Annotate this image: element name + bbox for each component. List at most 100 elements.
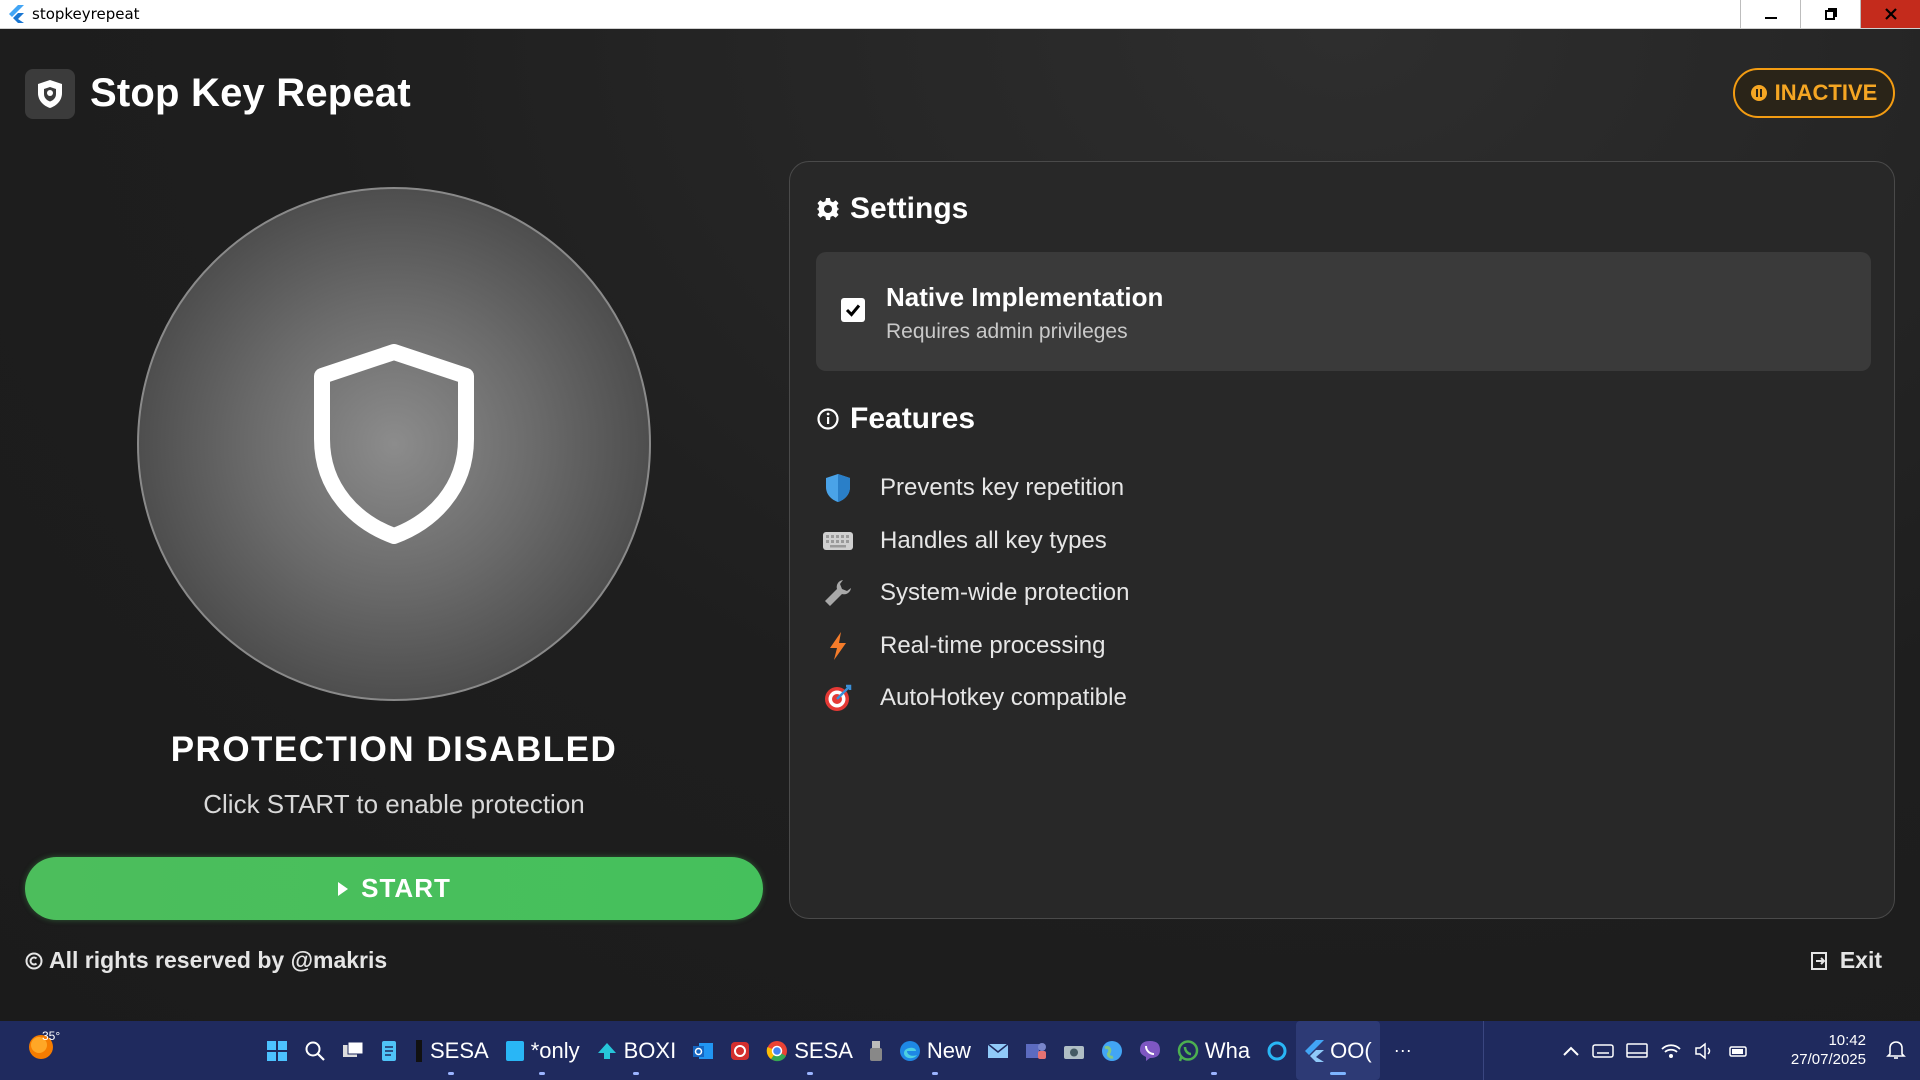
protection-status-subtitle: Click START to enable protection bbox=[203, 789, 585, 819]
app-logo bbox=[25, 69, 75, 119]
info-icon bbox=[817, 408, 839, 430]
taskbar-app-mail[interactable] bbox=[979, 1021, 1017, 1080]
taskbar-app-boxi[interactable]: BOXI bbox=[588, 1021, 685, 1080]
taskbar-app-chrome[interactable]: SESA bbox=[758, 1021, 861, 1080]
teams-icon bbox=[1025, 1042, 1046, 1059]
taskbar-overflow-button[interactable]: ··· bbox=[1380, 1021, 1420, 1080]
taskbar-app-globe[interactable] bbox=[1093, 1021, 1131, 1080]
status-badge: INACTIVE bbox=[1733, 68, 1895, 118]
taskbar-app-cortana[interactable] bbox=[1258, 1021, 1296, 1080]
list-item: System-wide protection bbox=[816, 567, 1129, 620]
notification-bell-icon bbox=[1886, 1041, 1906, 1059]
feature-label: Handles all key types bbox=[880, 526, 1107, 554]
taskbar-app-red[interactable] bbox=[722, 1021, 758, 1080]
flutter-icon bbox=[1305, 1039, 1325, 1062]
native-implementation-subtitle: Requires admin privileges bbox=[886, 320, 1128, 343]
task-view-button[interactable] bbox=[334, 1021, 372, 1080]
taskbar-app-usb[interactable] bbox=[861, 1021, 891, 1080]
native-implementation-title: Native Implementation bbox=[886, 282, 1164, 312]
start-button[interactable]: START bbox=[25, 857, 763, 920]
taskbar-app-notepad[interactable] bbox=[372, 1021, 406, 1080]
upload-icon bbox=[597, 1042, 616, 1059]
target-icon bbox=[816, 680, 860, 716]
chevron-up-icon[interactable] bbox=[1562, 1045, 1580, 1057]
chrome-icon bbox=[766, 1040, 788, 1061]
app-title: Stop Key Repeat bbox=[90, 71, 411, 115]
taskbar-app-label: SESA bbox=[430, 1037, 489, 1063]
taskbar-app-label: Wha bbox=[1204, 1037, 1251, 1063]
taskbar-app-notepad-only[interactable]: *only bbox=[497, 1021, 588, 1080]
volume-icon[interactable] bbox=[1694, 1041, 1716, 1060]
clock-time: 10:42 bbox=[1828, 1032, 1866, 1049]
shield-icon bbox=[38, 80, 62, 108]
minimize-icon bbox=[1764, 17, 1777, 19]
taskbar-app-label: New bbox=[926, 1037, 971, 1063]
notepad-icon bbox=[505, 1040, 524, 1061]
list-item: Real-time processing bbox=[816, 620, 1129, 673]
search-icon bbox=[305, 1041, 325, 1061]
taskbar-search-button[interactable] bbox=[296, 1021, 334, 1080]
edge-icon bbox=[899, 1040, 920, 1061]
native-implementation-checkbox[interactable] bbox=[841, 298, 865, 322]
notification-button[interactable] bbox=[1886, 1039, 1906, 1066]
taskbar-app-teams[interactable] bbox=[1017, 1021, 1055, 1080]
running-indicator bbox=[539, 1072, 546, 1075]
exit-button[interactable]: Exit bbox=[1810, 947, 1882, 974]
app-icon bbox=[731, 1041, 750, 1060]
taskbar-clock[interactable]: 10:42 27/07/2025 bbox=[1791, 1031, 1866, 1069]
running-indicator bbox=[806, 1072, 813, 1075]
copyright-text: All rights reserved by @makris bbox=[25, 947, 387, 974]
taskbar: 35° SESA *only BOXI SESA New Wha OO(···… bbox=[0, 1021, 1920, 1080]
list-item: Prevents key repetition bbox=[816, 462, 1129, 515]
taskbar-app-edge[interactable]: New bbox=[891, 1021, 979, 1080]
taskbar-app-whatsapp[interactable]: Wha bbox=[1169, 1021, 1258, 1080]
minimize-button[interactable] bbox=[1740, 0, 1800, 28]
mail-icon bbox=[987, 1042, 1009, 1058]
clock-date: 27/07/2025 bbox=[1790, 1051, 1866, 1068]
feature-label: System-wide protection bbox=[880, 579, 1130, 607]
wrench-icon bbox=[816, 575, 860, 611]
app-window: Stop Key Repeat INACTIVE PROTECTION DISA… bbox=[0, 29, 1920, 1021]
feature-label: Real-time processing bbox=[880, 631, 1106, 659]
close-button[interactable] bbox=[1860, 0, 1920, 28]
native-implementation-setting: Native Implementation Requires admin pri… bbox=[816, 252, 1871, 371]
start-button-label: START bbox=[361, 873, 451, 903]
keyboard-icon[interactable] bbox=[1592, 1043, 1614, 1059]
viber-icon bbox=[1139, 1040, 1160, 1061]
taskbar-divider bbox=[1483, 1021, 1484, 1080]
globe-icon bbox=[1101, 1040, 1122, 1061]
window-title: stopkeyrepeat bbox=[32, 5, 140, 23]
running-indicator bbox=[931, 1072, 938, 1075]
lightning-icon bbox=[816, 628, 860, 664]
exit-icon bbox=[1810, 951, 1827, 970]
flutter-icon bbox=[6, 4, 26, 24]
features-title: Features bbox=[850, 402, 976, 435]
list-item: AutoHotkey compatible bbox=[816, 672, 1129, 725]
cortana-icon bbox=[1267, 1041, 1287, 1060]
restore-button[interactable] bbox=[1800, 0, 1860, 28]
close-icon bbox=[1884, 8, 1897, 20]
outlook-icon bbox=[693, 1042, 714, 1059]
system-tray bbox=[1562, 1021, 1750, 1080]
taskbar-app-outlook[interactable] bbox=[684, 1021, 722, 1080]
wifi-icon[interactable] bbox=[1660, 1042, 1682, 1060]
taskbar-apps: SESA *only BOXI SESA New Wha OO(··· bbox=[258, 1021, 1420, 1080]
settings-title: Settings bbox=[850, 192, 969, 225]
taskbar-app-label: SESA bbox=[794, 1037, 853, 1063]
taskbar-app-terminal[interactable]: SESA bbox=[406, 1021, 497, 1080]
running-indicator bbox=[632, 1072, 639, 1075]
taskbar-app-viber[interactable] bbox=[1131, 1021, 1169, 1080]
feature-list: Prevents key repetition Handles all key … bbox=[816, 462, 1129, 725]
pause-icon bbox=[1750, 85, 1767, 101]
running-indicator bbox=[448, 1072, 455, 1075]
running-indicator bbox=[1210, 1072, 1217, 1075]
taskbar-app-camera[interactable] bbox=[1055, 1021, 1093, 1080]
battery-icon[interactable] bbox=[1728, 1042, 1750, 1060]
checkmark-icon bbox=[845, 304, 861, 317]
weather-temperature: 35° bbox=[42, 1029, 61, 1043]
taskbar-app-label: *only bbox=[530, 1037, 580, 1063]
taskbar-app-flutter[interactable]: OO( bbox=[1296, 1021, 1380, 1080]
feature-label: Prevents key repetition bbox=[880, 474, 1125, 502]
windows-start-button[interactable] bbox=[258, 1021, 296, 1080]
display-icon[interactable] bbox=[1626, 1042, 1648, 1060]
